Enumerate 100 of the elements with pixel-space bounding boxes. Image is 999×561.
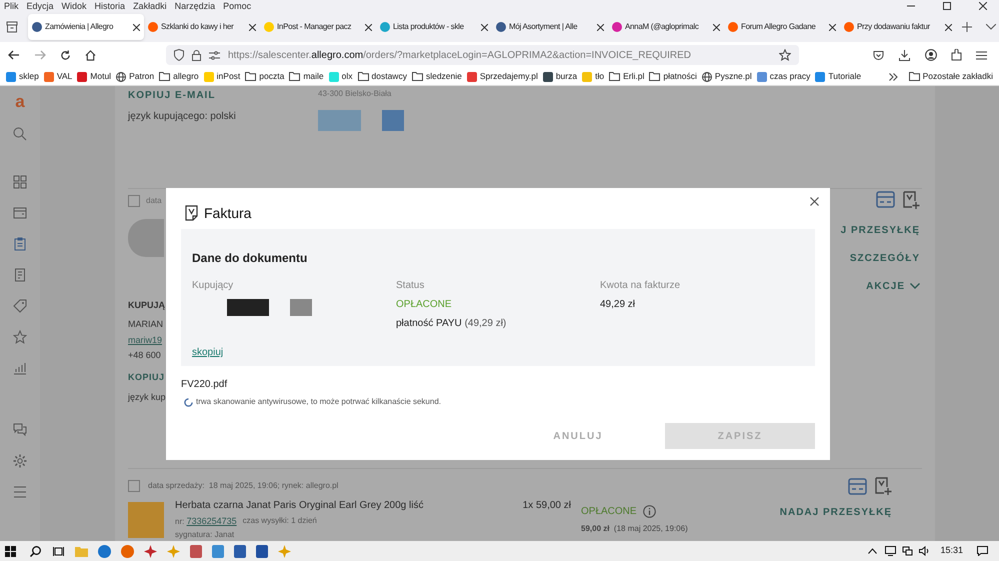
checkbox[interactable] <box>128 480 140 492</box>
task-view-icon[interactable] <box>53 546 64 556</box>
bookmark[interactable]: burza <box>542 70 578 83</box>
account-icon[interactable] <box>925 49 937 61</box>
bookmark[interactable]: sledzenie <box>412 70 462 83</box>
product-title[interactable]: Herbata czarna Janat Paris Oryginal Earl Grey 200g liść <box>175 498 515 512</box>
pocket-icon[interactable] <box>873 50 884 60</box>
close-icon[interactable] <box>810 196 819 206</box>
padlock-icon[interactable] <box>192 50 201 60</box>
browser-tab[interactable]: InPost - Manager pacz <box>260 14 376 40</box>
bookmark[interactable]: tło <box>582 70 604 83</box>
bookmark[interactable]: maile <box>289 70 324 83</box>
bookmark[interactable]: Patron <box>116 70 154 83</box>
bookmark[interactable]: Pozostałe zakładki <box>908 70 993 83</box>
invoice-add-icon[interactable] <box>903 190 920 210</box>
menu-icon[interactable] <box>976 50 987 60</box>
chevron-up-icon[interactable] <box>868 548 878 554</box>
browser-tab[interactable]: Lista produktów - skle <box>376 14 492 40</box>
bookmark[interactable]: Erli.pl <box>609 70 644 83</box>
close-icon[interactable] <box>829 24 836 30</box>
menu-item[interactable]: Historia <box>94 0 126 12</box>
new-tab-icon[interactable] <box>962 22 972 32</box>
back-icon[interactable] <box>8 50 20 60</box>
wallet-icon[interactable] <box>13 206 27 220</box>
bookmark[interactable]: inPost <box>204 70 240 83</box>
close-icon[interactable] <box>249 24 256 30</box>
download-icon[interactable] <box>899 50 910 60</box>
bookmark[interactable]: sklep <box>6 70 39 83</box>
sun-icon[interactable] <box>144 544 157 558</box>
bookmark[interactable]: dostawcy <box>358 70 407 83</box>
app-tile-icon[interactable] <box>256 544 268 558</box>
close-icon[interactable] <box>979 2 987 10</box>
bookmark[interactable]: VAL <box>44 70 72 83</box>
grid-icon[interactable] <box>13 175 27 189</box>
notification-icon[interactable] <box>977 546 988 556</box>
list-icon[interactable] <box>13 485 27 499</box>
browser-tab[interactable]: Szklanki do kawy i her <box>144 14 260 40</box>
app-tile-icon[interactable] <box>212 544 224 558</box>
close-icon[interactable] <box>597 24 604 30</box>
menu-item[interactable]: Pomoc <box>223 0 252 12</box>
circle-app-icon[interactable] <box>121 544 134 558</box>
app-tile-icon[interactable] <box>190 544 202 558</box>
menu-item[interactable]: Plik <box>4 0 19 12</box>
clipboard-icon[interactable] <box>13 237 27 251</box>
redacted-block <box>318 110 361 131</box>
shield-icon[interactable] <box>174 49 184 61</box>
more-bookmarks-icon[interactable] <box>888 72 898 80</box>
permissions-icon[interactable] <box>209 50 220 60</box>
close-icon[interactable] <box>481 24 488 30</box>
bookmark[interactable]: allegro <box>159 70 199 83</box>
bookmark[interactable]: poczta <box>245 70 284 83</box>
spinner-icon <box>184 398 193 406</box>
maximize-icon[interactable] <box>943 2 951 10</box>
gear-icon[interactable] <box>13 454 27 468</box>
circle-app-icon[interactable] <box>98 544 111 558</box>
document-icon[interactable] <box>13 268 27 282</box>
address-bar[interactable]: https://salescenter.allegro.com/orders/?marketplaceLogin=AGLOPRIMA2&action=INVOICE_REQUIRED <box>166 45 799 65</box>
bookmark[interactable]: Sprzedajemy.pl <box>466 70 538 83</box>
browser-tab[interactable]: AnnaM (@agloprimalc <box>608 14 724 40</box>
copy-link[interactable]: skopiuj <box>192 345 224 360</box>
browser-tab[interactable]: Przy dodawaniu faktur <box>840 14 956 40</box>
star-icon[interactable] <box>779 49 791 61</box>
menu-item[interactable]: Zakładki <box>133 0 167 12</box>
windows-start-icon[interactable] <box>5 546 16 556</box>
invoice-add-icon[interactable] <box>875 476 892 496</box>
bookmark[interactable]: Tutoriale <box>815 70 862 83</box>
monitor-icon[interactable] <box>885 546 896 556</box>
bookmark[interactable]: Pyszne.pl <box>702 70 752 83</box>
info-icon[interactable] <box>642 504 656 518</box>
browser-tab[interactable]: Zamówienia | Allegro <box>28 14 144 40</box>
speaker-icon[interactable] <box>919 546 930 556</box>
checkbox[interactable] <box>128 194 140 207</box>
extensions-icon[interactable] <box>951 49 962 61</box>
search-icon[interactable] <box>30 546 41 556</box>
network-icon[interactable] <box>902 546 914 556</box>
browser-tab[interactable]: Mój Asortyment | Alle <box>492 14 608 40</box>
chart-icon[interactable] <box>13 361 27 375</box>
tab-list-icon[interactable] <box>6 21 18 33</box>
tag-icon[interactable] <box>13 299 27 313</box>
menu-item[interactable]: Narzędzia <box>174 0 216 12</box>
bookmark[interactable]: czas pracy <box>756 70 810 83</box>
bookmark[interactable]: olx <box>328 70 353 83</box>
close-icon[interactable] <box>365 24 372 30</box>
close-icon[interactable] <box>133 24 140 30</box>
app-tile-icon[interactable] <box>234 544 246 558</box>
browser-tab[interactable]: Forum Allegro Gadane <box>724 14 840 40</box>
menu-item[interactable]: Widok <box>62 0 87 12</box>
star-icon[interactable] <box>13 330 27 344</box>
home-icon[interactable] <box>85 50 96 60</box>
bookmark[interactable]: płatności <box>649 70 697 83</box>
chevron-down-icon[interactable] <box>986 24 996 30</box>
menu-item[interactable]: Edycja <box>26 0 54 12</box>
shipping-label-icon[interactable] <box>876 190 895 208</box>
bookmark[interactable]: Motul <box>77 70 112 83</box>
shipping-label-icon[interactable] <box>848 478 867 494</box>
close-icon[interactable] <box>713 24 720 30</box>
reload-icon[interactable] <box>60 50 71 60</box>
clock[interactable]: 15:31 <box>940 544 963 558</box>
close-icon[interactable] <box>945 24 952 30</box>
chat-icon[interactable] <box>13 423 27 437</box>
